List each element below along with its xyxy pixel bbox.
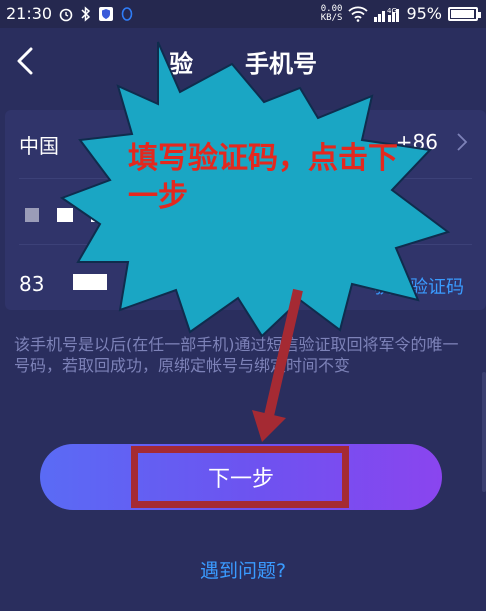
help-link[interactable]: 遇到问题? xyxy=(0,556,486,583)
scroll-edge xyxy=(482,372,486,492)
redaction-mark xyxy=(91,208,105,222)
wifi-icon xyxy=(348,6,369,22)
status-bar-right: 0.00 KB/S 4G 95% xyxy=(320,3,481,23)
battery-icon xyxy=(448,6,481,21)
redaction-mark xyxy=(25,208,39,222)
redaction-mark xyxy=(57,208,73,222)
qq-icon xyxy=(121,6,133,21)
svg-text:4G: 4G xyxy=(387,7,397,15)
header: 验手机号 xyxy=(0,28,486,96)
shield-app-icon xyxy=(99,6,114,21)
net-speed: 0.00 KB/S xyxy=(320,3,343,23)
clock: 21:30 xyxy=(6,4,53,23)
battery-percent: 95% xyxy=(406,4,442,23)
annotation-highlight-box xyxy=(131,446,349,508)
annotation-text: 填写验证码，点击下一步 xyxy=(128,141,398,214)
country-code: +86 xyxy=(395,130,438,154)
alarm-icon xyxy=(59,8,73,21)
country-label: 中国 xyxy=(19,134,59,158)
bluetooth-icon xyxy=(81,5,91,22)
redaction-mark xyxy=(73,274,107,290)
status-bar-left: 21:30 xyxy=(6,4,134,23)
battery-fill xyxy=(451,9,474,18)
chevron-right-icon xyxy=(457,133,468,151)
page-title: 验手机号 xyxy=(169,50,317,78)
verification-code-row: 83 获取验证码 xyxy=(5,244,486,310)
signal-icon: 4G xyxy=(374,7,400,22)
arrow-head xyxy=(252,410,286,442)
get-code-button[interactable]: 获取验证码 xyxy=(374,273,464,299)
status-bar: 21:30 0.00 KB/S 4G 95% xyxy=(0,0,486,28)
code-input[interactable]: 83 xyxy=(19,272,44,296)
hint-text: 该手机号是以后(在任一部手机)通过短信验证取回将军令的唯一号码，若取回成功，原绑… xyxy=(14,335,459,375)
